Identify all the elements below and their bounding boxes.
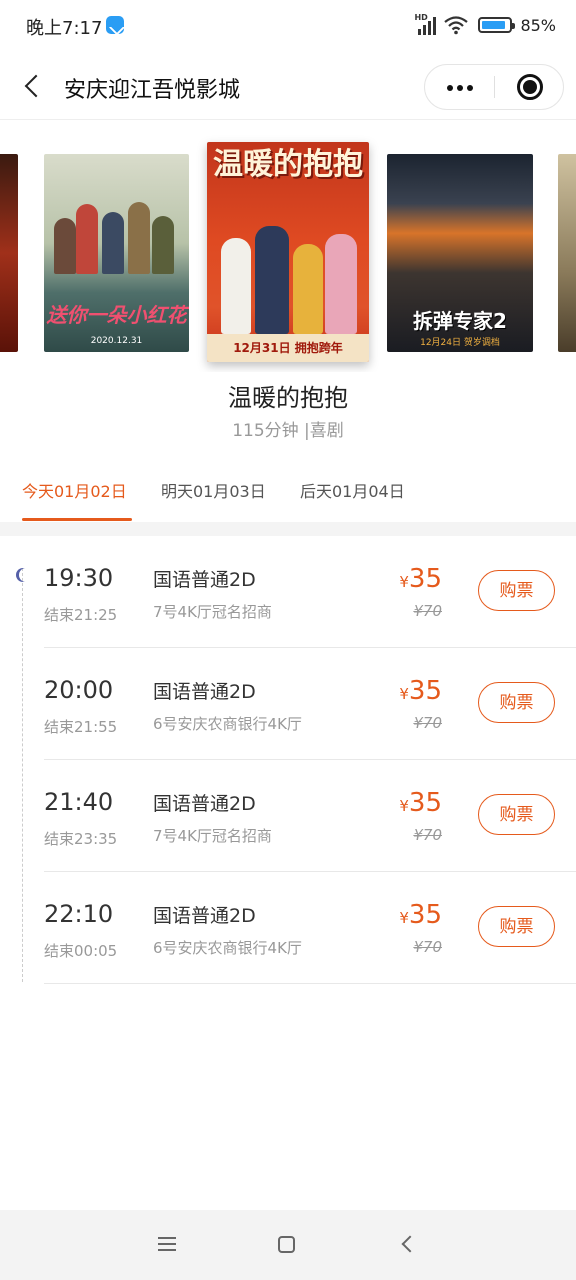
network-label: HD	[414, 13, 428, 22]
session-end-time: 结束23:35	[44, 830, 118, 848]
session-original-price: ¥70	[413, 938, 442, 956]
movie-title: 温暖的抱抱	[228, 384, 348, 412]
session-row: 21:40 结束23:35 国语普通2D 7号4K厅冠名招商 ¥35 ¥70 购…	[44, 760, 576, 872]
page-header: 安庆迎江吾悦影城	[0, 52, 576, 120]
poster-carousel[interactable]: 送你一朵小红花 2020.12.31 温暖的抱抱 12月31日 拥抱跨年 拆弹专…	[0, 122, 576, 372]
signal-icon: HD	[414, 13, 437, 35]
session-row: 19:30 结束21:25 国语普通2D 7号4K厅冠名招商 ¥35 ¥70 购…	[44, 536, 576, 648]
price-value: 35	[408, 900, 442, 930]
poster-artwork	[52, 194, 181, 274]
price-value: 35	[408, 788, 442, 818]
session-end-time: 结束21:25	[44, 606, 118, 624]
tab-today[interactable]: 今天01月02日	[22, 478, 127, 502]
poster-movie-selected[interactable]: 温暖的抱抱 12月31日 拥抱跨年	[207, 142, 369, 362]
buy-ticket-button[interactable]: 购票	[478, 682, 555, 723]
poster-title-text: 拆弹专家2	[413, 309, 507, 333]
menu-icon[interactable]	[158, 1237, 176, 1253]
buy-ticket-button[interactable]: 购票	[478, 794, 555, 835]
session-end-time: 结束21:55	[44, 718, 118, 736]
currency-symbol: ¥	[399, 909, 409, 927]
moon-icon	[19, 568, 33, 582]
movie-meta: 115分钟 |喜剧	[232, 421, 344, 441]
page-title: 安庆迎江吾悦影城	[64, 78, 241, 103]
notification-app-icon	[106, 16, 124, 34]
system-nav-bar	[0, 1210, 576, 1280]
back-triangle-icon[interactable]	[401, 1235, 419, 1253]
tab-day-after-tomorrow[interactable]: 后天01月04日	[300, 478, 405, 502]
price-value: 35	[408, 564, 442, 594]
currency-symbol: ¥	[399, 797, 409, 815]
chevron-left-icon[interactable]	[14, 68, 50, 104]
poster-sub-text: 12月24日 贺岁调档	[420, 338, 500, 348]
session-price: ¥35	[399, 676, 442, 706]
poster-artwork	[221, 224, 359, 334]
battery-percentage: 85%	[520, 15, 556, 35]
session-hall: 7号4K厅冠名招商	[153, 827, 272, 845]
poster-date-text: 2020.12.31	[90, 336, 143, 346]
buy-ticket-button[interactable]: 购票	[478, 570, 555, 611]
tab-tomorrow[interactable]: 明天01月03日	[161, 478, 266, 502]
target-close-icon[interactable]	[495, 65, 564, 109]
session-hall: 6号安庆农商银行4K厅	[153, 715, 302, 733]
session-end-time: 结束00:05	[44, 942, 118, 960]
poster-banner-text: 12月31日 拥抱跨年	[207, 334, 369, 362]
active-tab-indicator	[22, 518, 132, 521]
home-square-icon[interactable]	[278, 1236, 295, 1253]
session-language-format: 国语普通2D	[153, 905, 256, 927]
session-row: 20:00 结束21:55 国语普通2D 6号安庆农商银行4K厅 ¥35 ¥70…	[44, 648, 576, 760]
miniprogram-capsule	[424, 64, 564, 110]
date-tabs: 今天01月02日 明天01月03日 后天01月04日	[0, 468, 576, 522]
poster-partial-left[interactable]	[0, 154, 18, 352]
session-price: ¥35	[399, 788, 442, 818]
poster-title-text: 温暖的抱抱	[213, 147, 363, 182]
session-original-price: ¥70	[413, 602, 442, 620]
poster-title-text: 送你一朵小红花	[46, 303, 187, 327]
session-language-format: 国语普通2D	[153, 681, 256, 703]
session-start-time: 20:00	[44, 676, 114, 704]
wifi-icon	[444, 16, 469, 35]
poster-movie-4[interactable]: 拆弹专家2 12月24日 贺岁调档	[387, 154, 533, 352]
session-start-time: 21:40	[44, 788, 114, 816]
session-hall: 6号安庆农商银行4K厅	[153, 939, 302, 957]
session-start-time: 19:30	[44, 564, 114, 592]
session-price: ¥35	[399, 564, 442, 594]
battery-icon	[478, 17, 516, 33]
currency-symbol: ¥	[399, 685, 409, 703]
session-price: ¥35	[399, 900, 442, 930]
session-hall: 7号4K厅冠名招商	[153, 603, 272, 621]
session-list: 19:30 结束21:25 国语普通2D 7号4K厅冠名招商 ¥35 ¥70 购…	[0, 536, 576, 984]
buy-ticket-button[interactable]: 购票	[478, 906, 555, 947]
session-original-price: ¥70	[413, 826, 442, 844]
poster-movie-2[interactable]: 送你一朵小红花 2020.12.31	[44, 154, 189, 352]
status-indicators: HD 85%	[414, 13, 556, 36]
section-divider	[0, 522, 576, 536]
price-value: 35	[408, 676, 442, 706]
timeline-line	[22, 568, 23, 982]
status-bar: 晚上7:17 HD 85%	[0, 0, 576, 52]
poster-partial-right[interactable]	[558, 154, 576, 352]
session-start-time: 22:10	[44, 900, 114, 928]
status-time: 晚上7:17	[26, 18, 103, 39]
more-dots-icon[interactable]	[425, 65, 494, 109]
session-row: 22:10 结束00:05 国语普通2D 6号安庆农商银行4K厅 ¥35 ¥70…	[44, 872, 576, 984]
battery-fill	[482, 21, 505, 29]
session-language-format: 国语普通2D	[153, 569, 256, 591]
session-original-price: ¥70	[413, 714, 442, 732]
session-language-format: 国语普通2D	[153, 793, 256, 815]
currency-symbol: ¥	[399, 573, 409, 591]
